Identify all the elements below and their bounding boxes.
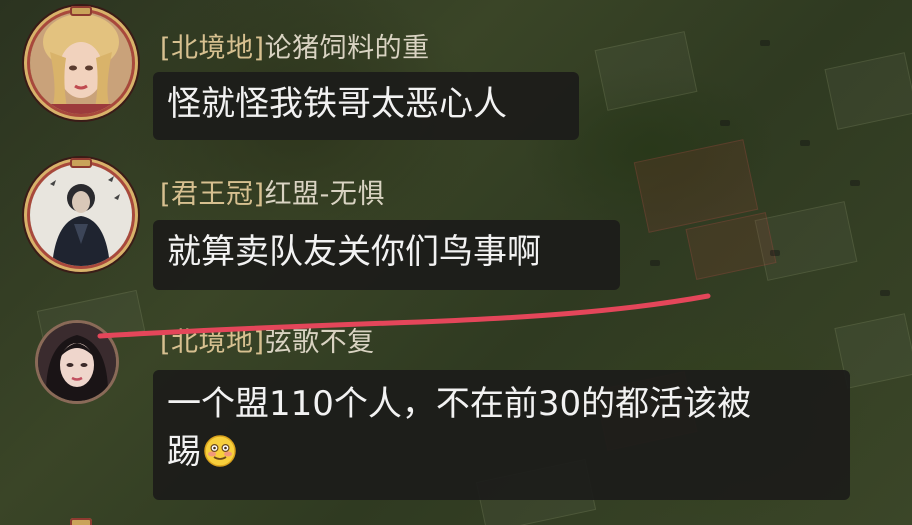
avatar-frame-ornament-icon: [70, 158, 92, 168]
alliance-tag: [北境地]: [160, 33, 265, 64]
message-text: 就算卖队友关你们鸟事啊: [167, 232, 541, 272]
chat-screen: [北境地]论猪饲料的重 怪就怪我铁哥太恶心人 [君王冠]红盟-无惧 就算卖队友关…: [0, 0, 912, 525]
sender-name[interactable]: [北境地]论猪饲料的重: [160, 26, 430, 65]
blonde-woman-avatar-icon[interactable]: [30, 12, 132, 114]
alliance-tag: [北境地]: [160, 327, 265, 358]
message-bubble[interactable]: 就算卖队友关你们鸟事啊: [153, 220, 620, 290]
sender-name[interactable]: [北境地]弦歌不复: [160, 320, 375, 359]
message-bubble[interactable]: 一个盟110个人，不在前30的都活该被 踢: [153, 370, 850, 500]
alliance-tag: [君王冠]: [160, 179, 265, 210]
message-text: 踢: [167, 432, 201, 472]
message-text-line: 踢: [167, 428, 836, 476]
dark-robed-figure-avatar-icon[interactable]: [30, 164, 132, 266]
message-bubble[interactable]: 怪就怪我铁哥太恶心人: [153, 72, 579, 140]
avatar-frame-ornament-icon: [70, 518, 92, 525]
sender-nickname: 弦歌不复: [264, 327, 375, 358]
sender-nickname: 论猪饲料的重: [264, 33, 430, 64]
avatar-frame-ornament-icon: [70, 6, 92, 16]
sender-name[interactable]: [君王冠]红盟-无惧: [160, 172, 385, 211]
message-text: 怪就怪我铁哥太恶心人: [167, 84, 507, 124]
sender-nickname: 红盟-无惧: [264, 179, 385, 210]
message-text-line: 一个盟110个人，不在前30的都活该被: [167, 384, 752, 424]
blushing-smile-emoji-icon: [203, 433, 237, 467]
dark-haired-woman-avatar-icon[interactable]: [38, 323, 116, 401]
